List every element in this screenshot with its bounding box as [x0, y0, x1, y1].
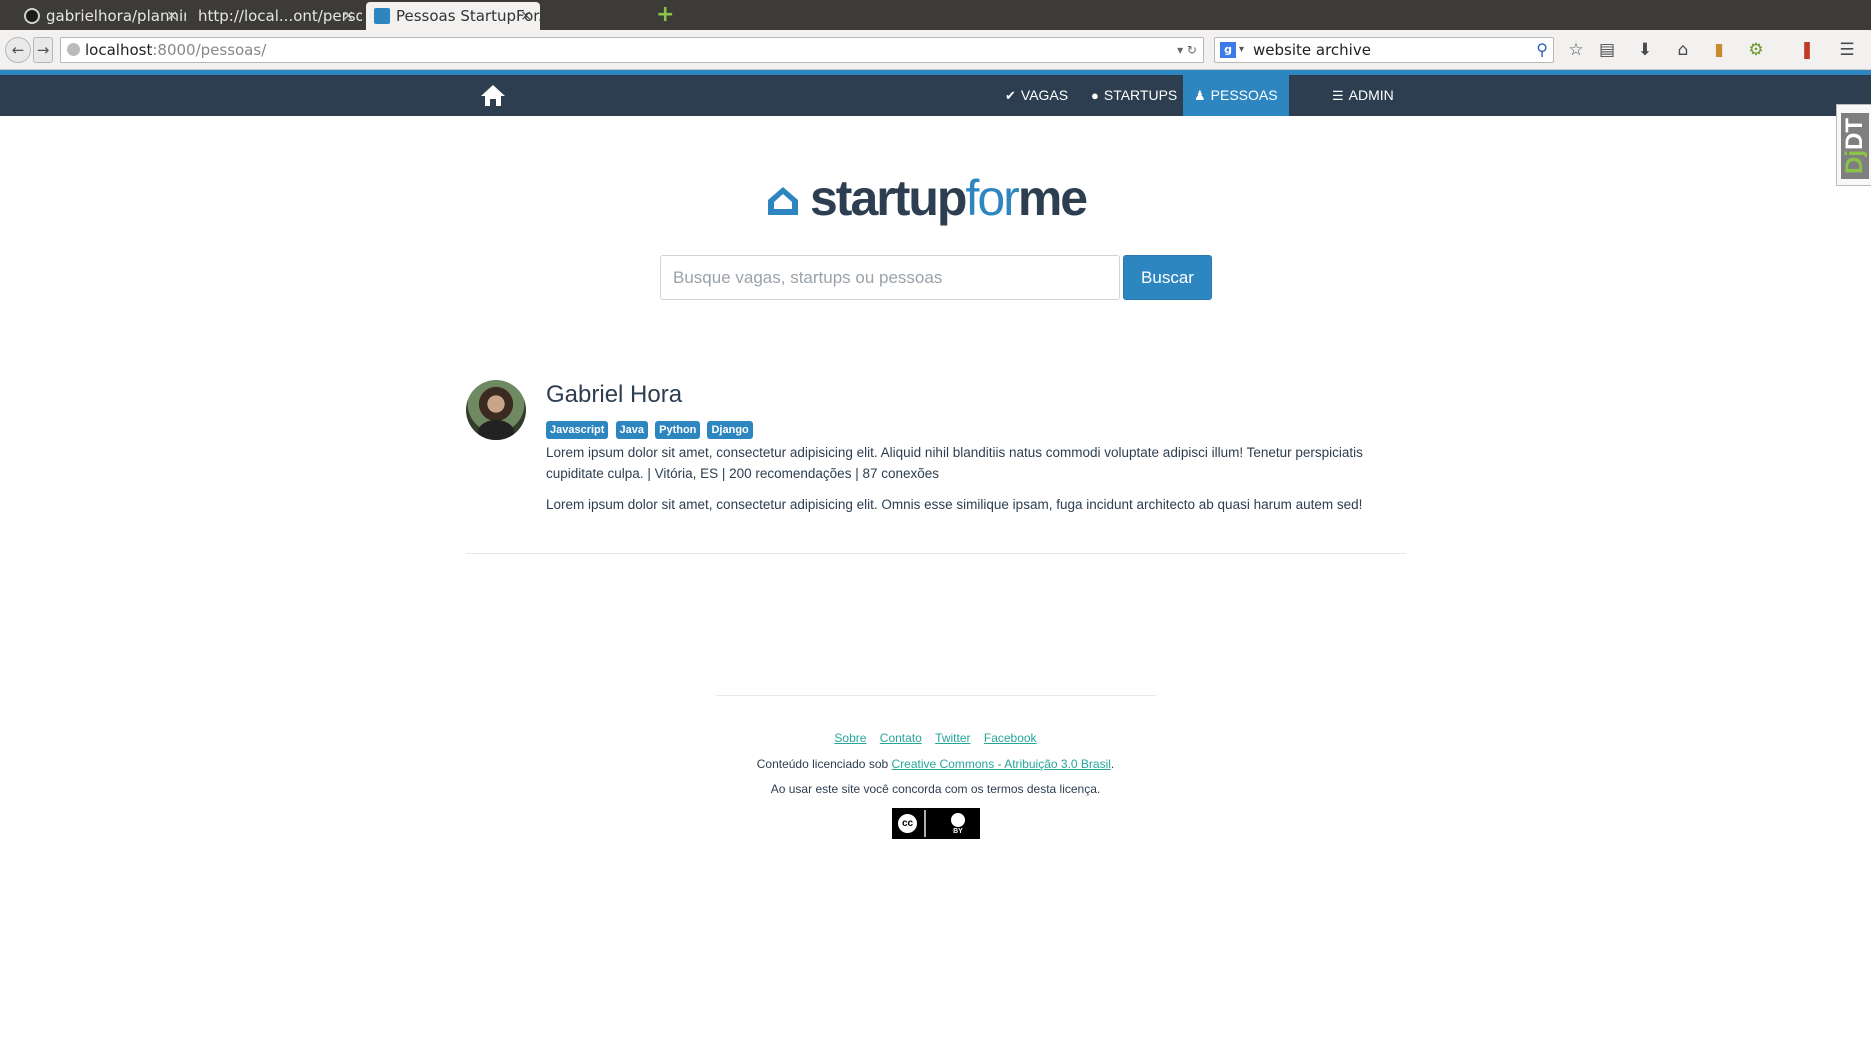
bookmark-addon-icon[interactable]: ▮ — [1708, 39, 1730, 61]
url-bar[interactable]: localhost:8000/pessoas/ ▾ ↻ — [60, 37, 1204, 63]
back-arrow-icon: ← — [11, 41, 25, 59]
django-debug-toolbar-handle[interactable]: DjDT — [1836, 104, 1871, 186]
divider — [466, 553, 1406, 554]
home-button[interactable] — [480, 83, 508, 109]
close-tab-icon[interactable]: × — [166, 2, 178, 30]
check-icon: ✔ — [1005, 88, 1016, 103]
person-bio-secondary: Lorem ipsum dolor sit amet, consectetur … — [546, 497, 1363, 512]
skill-tag[interactable]: Python — [655, 421, 701, 439]
creative-commons-badge[interactable]: cc BY — [892, 808, 980, 839]
skill-tag[interactable]: Java — [615, 421, 649, 439]
house-icon — [374, 8, 390, 24]
nav-admin[interactable]: ☰ ADMIN — [1321, 75, 1405, 116]
menu-icon: ☰ — [1332, 88, 1344, 103]
cc-icon: cc — [896, 812, 919, 835]
forward-arrow-icon: → — [36, 41, 50, 59]
footer-link-twitter[interactable]: Twitter — [935, 731, 970, 745]
site-navbar: ✔ VAGAS ● STARTUPS ♟ PESSOAS ☰ ADMIN — [0, 75, 1871, 116]
google-icon[interactable]: g — [1220, 42, 1236, 58]
back-button[interactable]: ← — [5, 37, 31, 63]
addon-icon[interactable]: ⚙ — [1745, 39, 1767, 61]
djdt-logo: DjDT — [1841, 113, 1869, 179]
search-bar-value: website archive — [1253, 41, 1371, 59]
star-icon[interactable]: ☆ — [1565, 39, 1587, 61]
menu-icon[interactable]: ☰ — [1836, 39, 1858, 61]
user-icon: ♟ — [1194, 88, 1206, 103]
browser-tab-github[interactable]: gabrielhora/plannin... × — [16, 2, 186, 30]
forward-button[interactable]: → — [33, 37, 53, 63]
person-bio: Lorem ipsum dolor sit amet, consectetur … — [546, 445, 1363, 481]
house-logo-icon — [768, 187, 798, 215]
avatar[interactable] — [466, 380, 526, 440]
person-name[interactable]: Gabriel Hora — [546, 380, 682, 410]
reload-icon[interactable]: ▾ ↻ — [1177, 38, 1197, 62]
nav-pessoas[interactable]: ♟ PESSOAS — [1183, 75, 1289, 116]
attribution-icon — [950, 812, 966, 828]
nav-vagas[interactable]: ✔ VAGAS — [994, 75, 1079, 116]
browser-nav-bar: ← → localhost:8000/pessoas/ ▾ ↻ g ▾ webs… — [0, 30, 1871, 70]
license-link[interactable]: Creative Commons - Atribuição 3.0 Brasil — [892, 757, 1111, 771]
nav-startups[interactable]: ● STARTUPS — [1080, 75, 1188, 116]
close-tab-icon[interactable]: × — [520, 2, 532, 30]
chevron-down-icon[interactable]: ▾ — [1239, 38, 1244, 62]
skill-tag[interactable]: Django — [707, 421, 753, 439]
skill-tags: Javascript Java Python Django — [546, 418, 755, 439]
browser-search-bar[interactable]: g ▾ website archive ⚲ — [1214, 37, 1554, 63]
skill-tag[interactable]: Javascript — [546, 421, 609, 439]
footer-link-sobre[interactable]: Sobre — [834, 731, 866, 745]
search-button[interactable]: Buscar — [1123, 255, 1212, 300]
footer-license: Conteúdo licenciado sob Creative Commons… — [756, 757, 1115, 771]
browser-tab-pessoas[interactable]: Pessoas StartupFor... × — [366, 2, 540, 30]
download-icon[interactable]: ⬇ — [1634, 39, 1656, 61]
home-icon — [481, 85, 505, 106]
new-tab-button[interactable]: + — [656, 4, 674, 26]
footer-links: Sobre Contato Twitter Facebook — [0, 731, 1871, 745]
addon-red-icon[interactable]: ❚ — [1796, 39, 1818, 61]
footer-agree-text: Ao usar este site você concorda com os t… — [770, 782, 1101, 796]
footer-link-facebook[interactable]: Facebook — [984, 731, 1037, 745]
github-icon — [24, 8, 40, 24]
browser-tab-bar: gabrielhora/plannin... × http://local...… — [0, 0, 1871, 30]
search-input[interactable] — [660, 255, 1120, 300]
footer-link-contato[interactable]: Contato — [880, 731, 922, 745]
globe-icon — [67, 43, 80, 56]
search-icon[interactable]: ⚲ — [1536, 38, 1548, 62]
close-tab-icon[interactable]: × — [342, 2, 354, 30]
reading-list-icon[interactable]: ▤ — [1596, 39, 1618, 61]
home-icon[interactable]: ⌂ — [1672, 39, 1694, 61]
browser-tab-person[interactable]: http://local...ont/person/ × — [190, 2, 362, 30]
footer-divider — [716, 695, 1156, 696]
map-marker-icon: ● — [1091, 88, 1099, 103]
